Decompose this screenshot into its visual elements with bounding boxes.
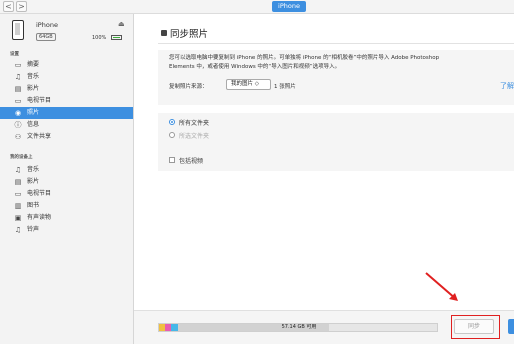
sidebar-item-label: 有声读物 [27,214,52,221]
sidebar-item-device-music[interactable]: ♫ 音乐 [0,164,133,176]
music-icon: ♫ [14,73,22,81]
photo-count: 1 张照片 [274,84,296,90]
red-arrow-icon [425,272,458,301]
sidebar-item-device-movies[interactable]: ▤ 影片 [0,176,133,188]
music-icon: ♫ [14,166,22,174]
sidebar-item-device-tv-shows[interactable]: ▭ 电视节目 [0,188,133,200]
tv-icon: ▭ [14,97,22,105]
description-line: 您可以选取电脑中要复制到 iPhone 的照片。可单独将 iPhone 的“相机… [169,55,440,61]
sidebar-item-movies[interactable]: ▤ 影片 [0,83,133,95]
sidebar-item-music[interactable]: ♫ 音乐 [0,71,133,83]
sidebar-item-label: 电视节目 [27,97,52,104]
sidebar-item-device-ringtones[interactable]: ♫ 铃声 [0,224,133,236]
selected-folders-radio[interactable] [169,132,175,138]
sidebar-item-label: 影片 [27,178,40,185]
all-folders-label: 所有文件夹 [179,120,210,127]
film-icon: ▤ [14,85,22,93]
header-divider [158,43,514,44]
device-capacity: 64GB [36,33,56,41]
learn-more-link[interactable]: 了解 [500,81,514,91]
device-button[interactable]: iPhone [272,1,306,12]
selected-folders-label: 所选文件夹 [179,133,210,140]
sidebar-item-label: 图书 [27,202,40,209]
sidebar-item-tv-shows[interactable]: ▭ 电视节目 [0,95,133,107]
sidebar-item-label: 文件共享 [27,133,52,140]
sidebar-item-info[interactable]: ⓘ 信息 [0,119,133,131]
sync-description: 您可以选取电脑中要复制到 iPhone 的照片。可单独将 iPhone 的“相机… [169,54,514,72]
sidebar-item-label: 照片 [27,109,40,116]
sidebar-item-label: 音乐 [27,73,40,80]
back-button[interactable]: < [3,1,14,12]
include-videos-label: 包括视频 [179,158,204,165]
copy-source-label: 复制照片来源： [169,84,208,90]
summary-icon: ▭ [14,61,22,69]
audiobook-icon: ▣ [14,214,22,222]
sync-photos-title: 同步照片 [170,29,209,40]
storage-bar: 57.14 GB 可用 [158,323,438,332]
book-icon: ▥ [14,202,22,210]
sidebar-item-device-books[interactable]: ▥ 图书 [0,200,133,212]
copy-source-select[interactable]: 我的图片 ◇ [226,79,271,90]
sidebar: iPhone ⏏ 64GB 100% 设置 ▭ 摘要 ♫ 音乐 ▤ 影片 ▭ 电… [0,14,134,344]
sidebar-item-label: 信息 [27,121,40,128]
sync-photos-checkbox[interactable] [161,30,167,36]
info-icon: ⓘ [14,121,22,129]
include-videos-checkbox[interactable] [169,157,175,163]
file-sharing-icon: ⚇ [14,133,22,141]
eject-icon[interactable]: ⏏ [118,20,125,28]
settings-section-title: 设置 [10,52,19,57]
iphone-icon [12,20,24,40]
device-name: iPhone [36,21,58,29]
battery-icon [111,35,122,40]
sidebar-item-summary[interactable]: ▭ 摘要 [0,59,133,71]
photos-pane: 同步照片 您可以选取电脑中要复制到 iPhone 的照片。可单独将 iPhone… [134,14,514,344]
sidebar-item-label: 铃声 [27,226,40,233]
forward-button[interactable]: > [16,1,27,12]
film-icon: ▤ [14,178,22,186]
top-toolbar: < > iPhone [0,0,514,14]
done-button[interactable] [508,319,514,334]
on-device-section-title: 我的设备上 [10,155,33,160]
folder-options-panel: 所有文件夹 所选文件夹 包括视频 [158,113,514,171]
sidebar-item-file-sharing[interactable]: ⚇ 文件共享 [0,131,133,143]
battery-level: 100% [92,35,107,41]
sidebar-item-label: 电视节目 [27,190,52,197]
bell-icon: ♫ [14,226,22,234]
storage-available-text: 57.14 GB 可用 [281,324,317,330]
sidebar-item-device-audiobooks[interactable]: ▣ 有声读物 [0,212,133,224]
bottom-bar: 57.14 GB 可用 同步 [134,310,514,344]
photo-source-panel: 您可以选取电脑中要复制到 iPhone 的照片。可单独将 iPhone 的“相机… [158,50,514,105]
description-line: Elements 中，或者使用 Windows 中的“导入图片和视频”选项导入。 [169,64,341,70]
sidebar-item-label: 音乐 [27,166,40,173]
sidebar-item-label: 摘要 [27,61,40,68]
camera-icon: ◉ [14,109,22,117]
sidebar-item-label: 影片 [27,85,40,92]
all-folders-radio[interactable] [169,119,175,125]
tv-icon: ▭ [14,190,22,198]
sidebar-item-photos[interactable]: ◉ 照片 [0,107,133,119]
sync-highlight-box [451,315,500,339]
